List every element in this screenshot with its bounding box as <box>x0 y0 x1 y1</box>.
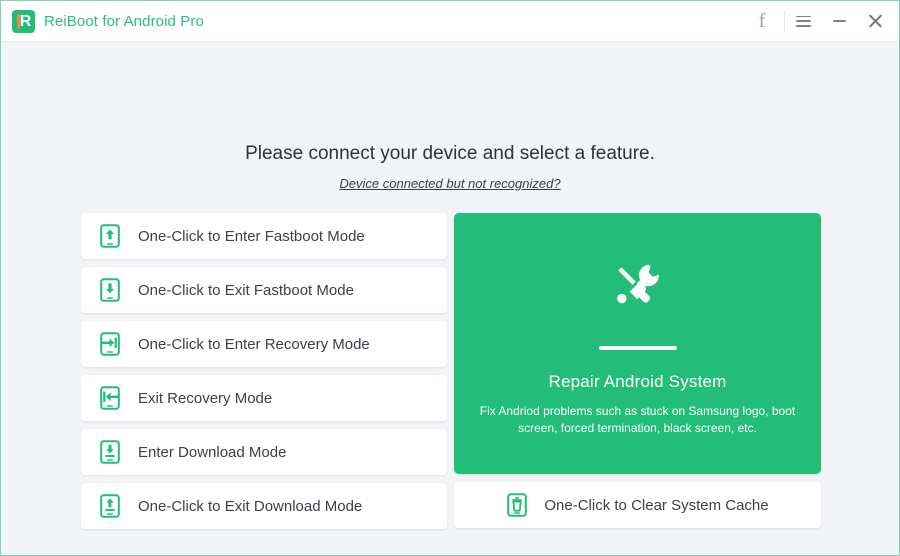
screwdriver-wrench-icon <box>611 257 665 316</box>
app-title: ReiBoot for Android Pro <box>44 12 204 30</box>
device-not-recognized-link[interactable]: Device connected but not recognized? <box>1 176 899 191</box>
button-label: One-Click to Exit Download Mode <box>138 497 363 515</box>
enter-recovery-button[interactable]: One-Click to Enter Recovery Mode <box>81 321 447 367</box>
button-label: One-Click to Exit Fastboot Mode <box>138 281 354 299</box>
close-icon[interactable] <box>857 1 899 42</box>
phone-upload-icon <box>99 494 121 518</box>
button-label: One-Click to Enter Recovery Mode <box>138 335 370 353</box>
main-content: Please connect your device and select a … <box>1 42 899 555</box>
app-window: R ReiBoot for Android Pro f Please conne… <box>0 0 900 556</box>
exit-recovery-button[interactable]: Exit Recovery Mode <box>81 375 447 421</box>
minimize-icon[interactable] <box>821 1 857 42</box>
enter-fastboot-button[interactable]: One-Click to Enter Fastboot Mode <box>81 213 447 259</box>
app-logo-icon: R <box>12 9 35 33</box>
repair-android-system-card[interactable]: Repair Android System Fix Andriod proble… <box>454 213 821 474</box>
button-label: Exit Recovery Mode <box>138 389 273 407</box>
enter-download-button[interactable]: Enter Download Mode <box>81 429 447 475</box>
repair-card-description: Fix Andriod problems such as stuck on Sa… <box>479 403 796 435</box>
button-label: One-Click to Enter Fastboot Mode <box>138 227 365 245</box>
title-bar: R ReiBoot for Android Pro f <box>1 1 899 42</box>
clear-system-cache-button[interactable]: One-Click to Clear System Cache <box>454 482 821 528</box>
phone-arrow-down-icon <box>99 278 121 302</box>
hamburger-menu-icon[interactable] <box>785 1 821 42</box>
minimize-glyph <box>832 20 846 22</box>
hamburger-glyph <box>795 15 811 27</box>
phone-arrow-out-icon <box>99 386 121 410</box>
exit-fastboot-button[interactable]: One-Click to Exit Fastboot Mode <box>81 267 447 313</box>
phone-download-icon <box>99 440 121 464</box>
facebook-icon[interactable]: f <box>740 1 784 42</box>
right-panel: Repair Android System Fix Andriod proble… <box>454 213 821 528</box>
exit-download-button[interactable]: One-Click to Exit Download Mode <box>81 483 447 529</box>
button-label: Enter Download Mode <box>138 443 287 461</box>
card-divider <box>598 345 677 350</box>
button-label: One-Click to Clear System Cache <box>544 496 769 514</box>
page-title: Please connect your device and select a … <box>245 143 655 164</box>
logo-letter: R <box>19 12 32 30</box>
close-glyph <box>868 14 883 29</box>
mode-button-list: One-Click to Enter Fastboot Mode One-Cli… <box>81 213 447 537</box>
phone-trash-icon <box>506 493 528 517</box>
phone-arrow-in-icon <box>99 332 121 356</box>
repair-card-title: Repair Android System <box>548 371 727 391</box>
phone-arrow-up-icon <box>99 224 121 248</box>
